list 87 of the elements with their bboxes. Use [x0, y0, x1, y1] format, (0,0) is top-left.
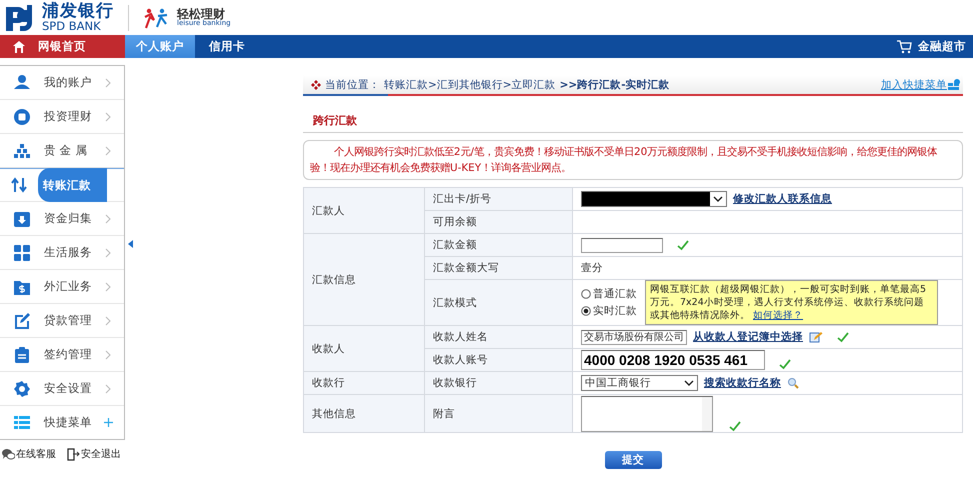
select-field[interactable]	[581, 191, 727, 207]
runner-logo	[143, 6, 169, 28]
clipboard-icon	[13, 346, 31, 364]
person-icon	[13, 74, 31, 92]
brand-name: 轻松理财	[177, 8, 225, 20]
field-label: 汇款模式	[433, 296, 477, 308]
group-label: 汇款信息	[312, 274, 356, 286]
exit-door-icon[interactable]	[66, 448, 80, 460]
radio-button[interactable]	[581, 306, 591, 316]
download-box-icon	[13, 210, 31, 228]
amount-in-words: 壹分	[581, 261, 603, 275]
dropdown-caret-icon	[713, 196, 723, 202]
market-link[interactable]: 金融超市	[918, 39, 966, 54]
account-number-field[interactable]: 4000 0208 1920 0535 461	[581, 350, 765, 370]
diamond-icon	[311, 80, 321, 90]
sidebar-item[interactable]: 投资理财	[0, 100, 124, 134]
home-tab[interactable]: 网银首页	[0, 35, 125, 58]
sidebar-item[interactable]: 签约管理	[0, 338, 124, 372]
tooltip-text: 网银互联汇款（超级网银汇款），一般可实时到账，单笔最高5万元。7x24小时受理，遇人行支付系统停运、收款行系统问题或其他特殊情况除外。 如何选择？	[645, 280, 938, 325]
add-shortcut-link[interactable]: 加入快捷菜单	[881, 78, 947, 92]
sidebar-item[interactable]: 快捷菜单	[0, 406, 124, 439]
bank-name: 浦发银行	[42, 2, 114, 20]
group-label: 收款行	[312, 377, 345, 389]
breadcrumb-label: 当前位置：	[325, 78, 380, 92]
search-icon[interactable]	[787, 377, 799, 389]
field-label: 附言	[433, 408, 455, 420]
sidebar-item[interactable]: 我的账户	[0, 66, 124, 100]
breadcrumb-current: >>跨行汇款-实时汇款	[560, 78, 670, 92]
bank-logo	[4, 2, 34, 32]
field-label: 收款人账号	[433, 354, 488, 366]
chevron-icon	[105, 214, 111, 224]
home-icon	[12, 40, 26, 54]
radio-button[interactable]	[581, 289, 591, 299]
edit-icon	[13, 312, 31, 330]
help-link[interactable]: 如何选择？	[753, 310, 804, 321]
field-label: 收款银行	[433, 377, 477, 389]
action-link[interactable]: 从收款人登记簿中选择	[693, 330, 803, 344]
group-label: 其他信息	[312, 408, 356, 420]
sidebar-item[interactable]: 安全设置	[0, 372, 124, 406]
sidebar-item[interactable]: 外汇业务	[0, 270, 124, 304]
footer-link[interactable]: 安全退出	[81, 447, 121, 461]
footer-link[interactable]: 在线客服	[16, 447, 56, 461]
list-icon	[13, 414, 31, 432]
dropdown-caret-icon	[684, 380, 694, 386]
add-grid-icon[interactable]	[948, 78, 960, 90]
group-label: 汇款人	[312, 204, 345, 216]
cart-icon[interactable]	[896, 40, 912, 54]
breadcrumb-trail[interactable]: 转账汇款>汇到其他银行>立即汇款	[384, 78, 556, 92]
field-label: 汇款金额	[433, 239, 477, 251]
nav-tab[interactable]: 信用卡	[195, 35, 259, 58]
chat-icon[interactable]	[1, 448, 15, 460]
radio-label[interactable]: 实时汇款	[593, 304, 637, 318]
group-label: 收款人	[312, 342, 345, 354]
input-field[interactable]	[581, 238, 663, 252]
chevron-icon	[105, 350, 111, 360]
sidebar-item[interactable]: 资金归集	[0, 202, 124, 236]
chevron-icon	[105, 146, 111, 156]
notice-text: 个人网银跨行实时汇款低至2元/笔，贵宾免费！移动证书版不受单日20万元额度限制，且交易不受手机接收短信影响，给您更佳的网银体验！现在办理还有机会免费获赠U-KEY！详询各营业网点。	[303, 140, 963, 180]
field-label: 汇出卡/折号	[433, 193, 492, 205]
plus-icon	[104, 418, 112, 427]
select-field[interactable]: 中国工商银行	[581, 375, 698, 391]
sidebar-item[interactable]: 贷款管理	[0, 304, 124, 338]
transfer-icon	[10, 176, 28, 194]
chevron-icon	[105, 282, 111, 292]
section-title: 跨行汇款	[303, 96, 963, 133]
chevron-icon	[105, 384, 111, 394]
field-label: 收款人姓名	[433, 331, 488, 343]
chevron-icon	[105, 248, 111, 258]
notebook-edit-icon[interactable]	[809, 331, 823, 343]
field-label: 可用余额	[433, 216, 477, 228]
action-link[interactable]: 修改汇款人联系信息	[733, 192, 832, 206]
settings-icon	[13, 380, 31, 398]
circle-icon	[13, 108, 31, 126]
chevron-icon	[105, 316, 111, 326]
submit-button[interactable]: 提交	[604, 451, 662, 469]
radio-label[interactable]: 普通汇款	[593, 287, 637, 301]
bank-name-en: SPD BANK	[42, 20, 101, 32]
remark-field[interactable]	[581, 396, 713, 432]
chevron-icon	[105, 112, 111, 122]
collapse-arrow-icon[interactable]	[128, 240, 133, 248]
chevron-icon	[105, 78, 111, 88]
sidebar-item[interactable]: 生活服务	[0, 236, 124, 270]
field-label: 汇款金额大写	[433, 262, 499, 274]
services-icon	[13, 244, 31, 262]
input-field[interactable]: 交易市场股份有限公司	[581, 330, 687, 344]
bars-stack-icon	[13, 142, 31, 160]
action-link[interactable]: 搜索收款行名称	[704, 376, 781, 390]
